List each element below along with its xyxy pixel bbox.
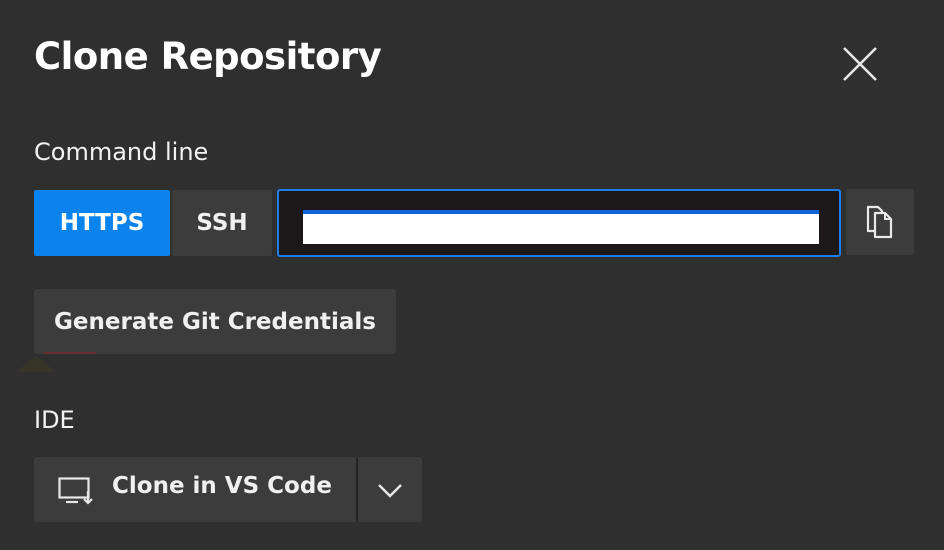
ide-split-button: Clone in VS Code [34,457,422,522]
dialog-title: Clone Repository [34,35,382,78]
close-icon [843,47,877,81]
close-button[interactable] [838,42,882,86]
monitor-download-icon [58,477,93,505]
copy-icon [866,205,893,239]
ssh-tab[interactable]: SSH [172,190,272,256]
clone-repository-dialog: Clone Repository Command line HTTPS SSH … [0,0,944,550]
clone-url-field [277,189,841,257]
https-tab[interactable]: HTTPS [34,190,170,256]
clone-in-vs-code-button[interactable]: Clone in VS Code [34,457,356,522]
generate-git-credentials-button[interactable]: Generate Git Credentials [34,289,396,354]
command-line-label: Command line [34,138,209,166]
clone-url-input[interactable] [303,210,819,244]
cursor-artifact-icon [16,352,96,372]
ide-label: IDE [34,406,75,434]
ide-dropdown-button[interactable] [358,457,422,522]
copy-url-button[interactable] [846,189,914,255]
clone-in-vs-code-label: Clone in VS Code [112,473,332,499]
chevron-down-icon [378,484,402,498]
